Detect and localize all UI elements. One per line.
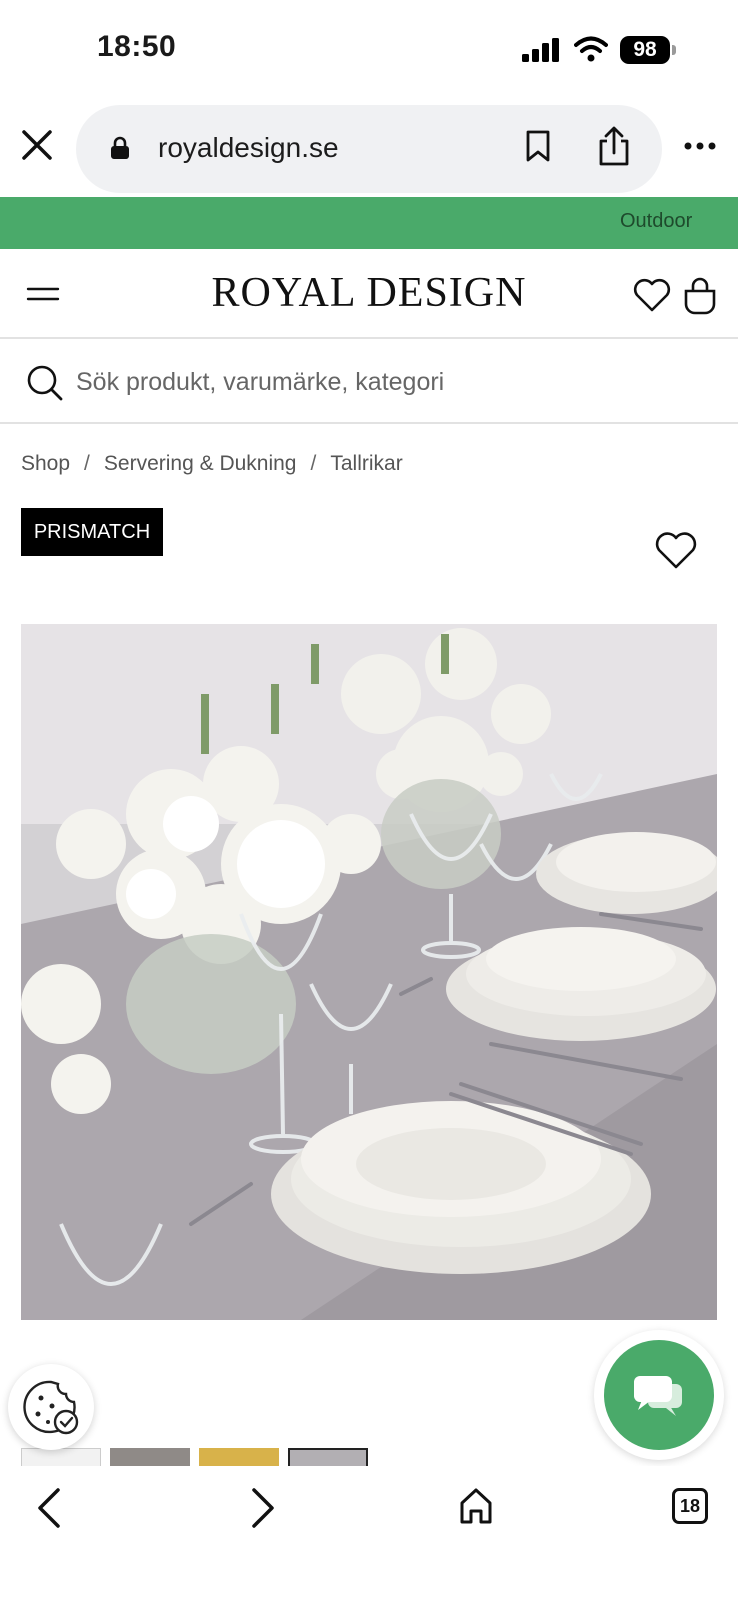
close-icon[interactable] [20,128,54,162]
battery-tip [672,45,676,55]
url-text[interactable]: royaldesign.se [158,132,339,164]
cookie-settings-button[interactable] [8,1364,94,1450]
search-input[interactable] [76,360,716,404]
status-time: 18:50 [97,30,177,63]
thumbnail-1[interactable] [21,1448,101,1468]
browser-bottom-toolbar: 18 [0,1466,738,1600]
add-to-favorites-icon[interactable] [654,530,698,570]
battery-icon: 98 [620,36,676,64]
thumbnail-3[interactable] [199,1448,279,1468]
breadcrumb-item-servering[interactable]: Servering & Dukning [104,452,297,476]
shopping-bag-icon[interactable] [682,275,718,315]
chat-button[interactable] [594,1330,724,1460]
forward-arrow-icon[interactable] [248,1486,278,1530]
breadcrumb-item-tallrikar[interactable]: Tallrikar [330,452,402,476]
thumbnail-2[interactable] [110,1448,190,1468]
chat-button-inner[interactable] [604,1340,714,1450]
breadcrumb: Shop / Servering & Dukning / Tallrikar [21,452,403,476]
status-bar: 18:50 98 [0,0,738,100]
wifi-icon [574,36,608,62]
site-logo[interactable]: ROYAL DESIGN [0,269,738,317]
promo-text: Outdoor [620,210,693,232]
chat-bubbles-icon [634,1376,682,1416]
lock-icon [111,136,129,159]
home-icon[interactable] [458,1486,494,1526]
breadcrumb-item-shop[interactable]: Shop [21,452,70,476]
search-bar [0,340,738,424]
thumbnail-4[interactable] [288,1448,368,1468]
product-photo[interactable] [21,624,717,1320]
breadcrumb-separator: / [310,452,317,475]
tabs-icon[interactable]: 18 [672,1488,708,1524]
browser-bar: royaldesign.se [0,100,738,196]
search-icon[interactable] [26,364,64,402]
prismatch-badge[interactable]: PRISMATCH [21,508,163,556]
thumbnail-strip [21,1448,381,1468]
heart-icon[interactable] [632,277,672,313]
site-header: ROYAL DESIGN [0,249,738,339]
share-icon[interactable] [597,126,631,166]
promo-banner[interactable]: Outdoor [0,197,738,249]
signal-icon [522,38,559,62]
bookmark-icon[interactable] [525,130,551,162]
more-icon[interactable] [684,140,716,152]
back-arrow-icon[interactable] [34,1486,64,1530]
battery-level: 98 [620,36,670,64]
breadcrumb-separator: / [84,452,90,475]
cookie-icon [23,1380,79,1435]
